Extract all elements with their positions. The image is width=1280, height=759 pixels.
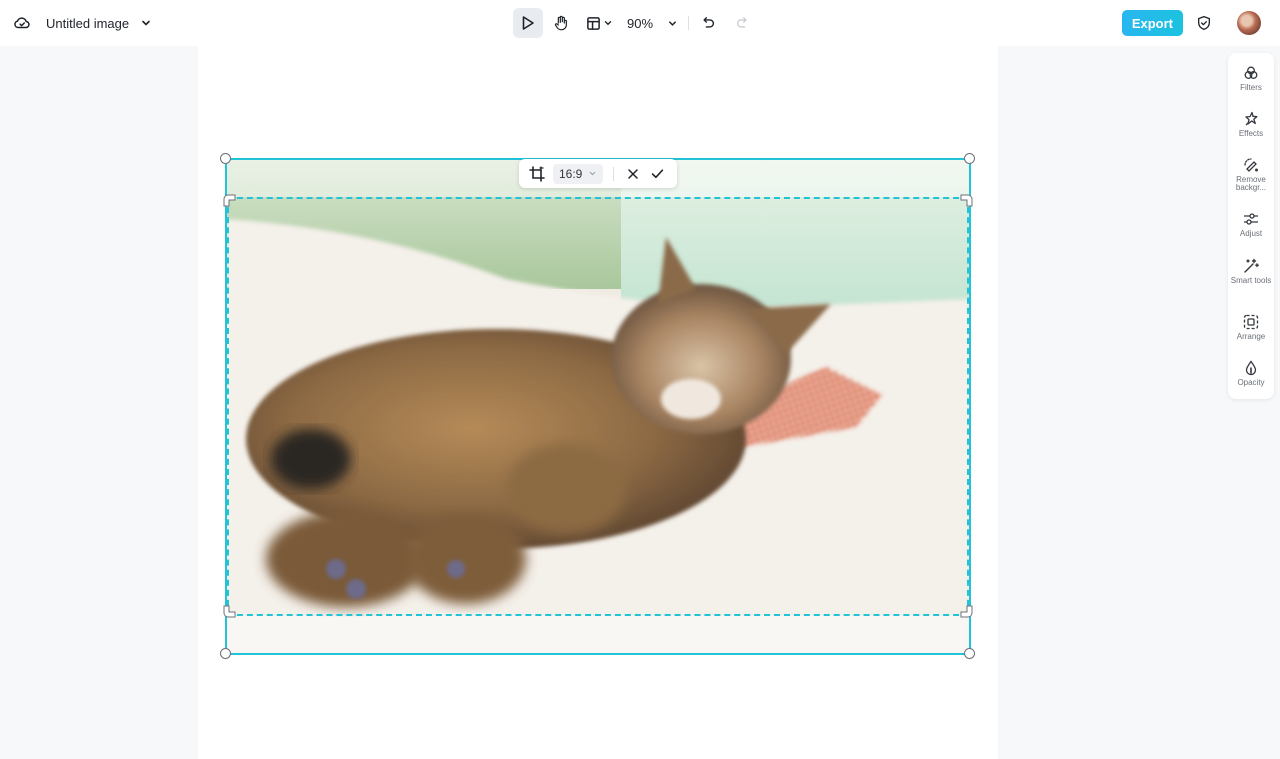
pointer-icon xyxy=(522,16,534,30)
top-bar: Untitled image 90% Export xyxy=(0,0,1280,46)
smart-tools-icon xyxy=(1244,258,1259,273)
side-item-adjust[interactable]: Adjust xyxy=(1228,211,1274,238)
cancel-crop-icon[interactable] xyxy=(626,167,640,181)
crop-icon[interactable] xyxy=(529,165,545,182)
zoom-level[interactable]: 90% xyxy=(627,16,657,31)
user-avatar[interactable] xyxy=(1237,11,1261,35)
aspect-ratio-value: 16:9 xyxy=(559,166,583,181)
confirm-crop-icon[interactable] xyxy=(650,167,664,181)
crop-handle-bottom-right[interactable] xyxy=(960,605,974,619)
document-title[interactable]: Untitled image xyxy=(46,16,129,31)
side-item-arrange[interactable]: Arrange xyxy=(1228,314,1274,341)
crop-handle-bottom-left[interactable] xyxy=(222,605,236,619)
undo-icon[interactable] xyxy=(699,13,719,33)
aspect-ratio-select[interactable]: 16:9 xyxy=(553,163,604,184)
shield-check-icon[interactable] xyxy=(1195,14,1213,32)
resize-handle-bottom-right[interactable] xyxy=(964,648,975,659)
cloud-check-icon[interactable] xyxy=(12,13,32,33)
adjust-icon xyxy=(1244,213,1258,225)
hand-icon xyxy=(554,15,567,31)
side-item-effects[interactable]: Effects xyxy=(1228,111,1274,138)
kitten-photo xyxy=(226,159,970,654)
crop-handle-top-left[interactable] xyxy=(222,193,236,207)
title-chevron-down-icon[interactable] xyxy=(139,16,153,30)
layout-icon xyxy=(587,16,600,30)
crop-outside-bottom xyxy=(226,616,970,654)
redo-icon[interactable] xyxy=(732,13,752,33)
export-button[interactable]: Export xyxy=(1121,10,1183,36)
side-item-opacity[interactable]: Opacity xyxy=(1228,360,1274,387)
side-item-smart-tools[interactable]: Smart tools xyxy=(1228,258,1274,285)
crop-toolbar-divider xyxy=(613,166,615,181)
arrange-icon xyxy=(1243,314,1259,330)
filters-icon xyxy=(1244,66,1258,79)
resize-handle-top-left[interactable] xyxy=(220,153,231,164)
select-tool-button[interactable] xyxy=(513,8,543,38)
toolbar-divider xyxy=(688,16,689,30)
resize-handle-bottom-left[interactable] xyxy=(220,648,231,659)
crop-handle-top-right[interactable] xyxy=(960,193,974,207)
side-item-filters[interactable]: Filters xyxy=(1228,65,1274,92)
layout-menu-button[interactable] xyxy=(586,16,613,31)
zoom-chevron-down-icon[interactable] xyxy=(667,18,678,29)
opacity-icon xyxy=(1245,360,1257,376)
layout-chevron-down-icon xyxy=(604,21,612,26)
properties-panel: Filters Effects Remove backgr... Adjust … xyxy=(1228,53,1274,399)
resize-handle-top-right[interactable] xyxy=(964,153,975,164)
remove-background-icon xyxy=(1244,158,1258,172)
hand-tool-button[interactable] xyxy=(546,8,576,38)
aspect-ratio-chevron-down-icon xyxy=(590,171,596,176)
crop-toolbar: 16:9 xyxy=(519,159,677,188)
canvas-image[interactable] xyxy=(226,159,970,654)
effects-icon xyxy=(1245,111,1258,126)
side-item-remove-background[interactable]: Remove backgr... xyxy=(1228,157,1274,192)
